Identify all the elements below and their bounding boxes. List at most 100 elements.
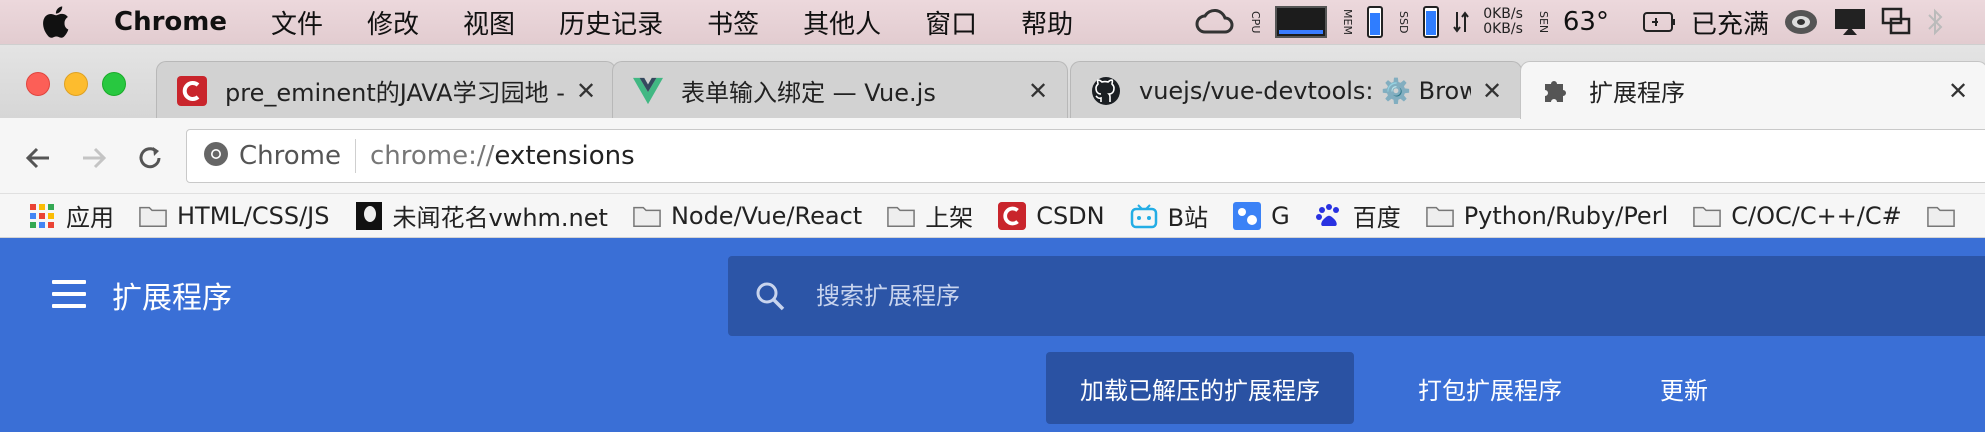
menu-view[interactable]: 视图 [463,4,515,41]
chip-label: Chrome [239,141,341,171]
cpu-meter[interactable] [1275,6,1328,38]
address-bar[interactable]: Chrome chrome://extensions [186,129,1985,183]
reload-button[interactable] [130,138,170,178]
tab-title: 扩展程序 [1589,79,1685,107]
window-controls [26,72,126,96]
bookmark-label: 百度 [1352,204,1401,232]
menu-file[interactable]: 文件 [271,4,323,41]
battery-plug-icon[interactable] [1642,5,1677,39]
bookmark-folder-python-ruby-perl[interactable]: Python/Ruby/Perl [1425,202,1668,230]
bookmark-vwhm[interactable]: 未闻花名vwhm.net [355,198,608,233]
bookmark-g[interactable]: G [1233,201,1290,230]
battery-status[interactable]: 已充满 [1691,4,1769,41]
bookmark-label: 未闻花名vwhm.net [392,204,608,232]
url-text[interactable]: chrome://extensions [370,141,635,171]
bookmark-folder-overflow[interactable] [1926,202,1965,230]
forward-button[interactable] [74,138,114,178]
url-scheme: chrome:// [369,141,495,171]
close-window-button[interactable] [26,72,50,96]
tab-title: vuejs/vue-devtools: ⚙️ Browse [1139,76,1471,105]
screens-icon[interactable] [1881,5,1911,39]
extensions-header: 扩展程序 加载已解压的扩展程序 打包扩展程序 更新 [0,238,1985,432]
folder-icon [1926,202,1955,230]
bluetooth-icon[interactable] [1925,5,1945,39]
menu-window[interactable]: 窗口 [925,4,977,41]
bookmarks-bar: 应用 HTML/CSS/JS 未闻花名vwhm.net Node/Vue/Rea… [0,194,1985,238]
menu-edit[interactable]: 修改 [367,4,419,41]
bilibili-icon [1130,202,1158,230]
url-path: extensions [494,141,635,171]
github-icon [1091,76,1121,106]
search-icon [754,280,786,312]
folder-icon [633,202,661,230]
bookmark-folder-c-oc-cpp-cs[interactable]: C/OC/C++/C# [1693,202,1902,230]
bookmark-folder-shangjia[interactable]: 上架 [887,198,973,233]
network-speed[interactable]: 0KB/s 0KB/s [1483,7,1523,37]
bookmark-folder-node-vue-react[interactable]: Node/Vue/React [633,202,862,230]
tab-strip: pre_eminent的JAVA学习园地 - C ✕ 表单输入绑定 — Vue.… [0,44,1985,119]
bookmark-folder-html-css-js[interactable]: HTML/CSS/JS [139,202,330,230]
tab-close-button[interactable]: ✕ [1947,77,1969,105]
bookmark-label: 上架 [925,204,974,232]
menu-chrome[interactable]: Chrome [114,7,227,37]
page-title: 扩展程序 [112,281,232,316]
apps-grid-icon [28,202,56,230]
chrome-logo-icon [203,141,229,171]
tab-vue-forms[interactable]: 表单输入绑定 — Vue.js ✕ [612,61,1068,119]
tab-close-button[interactable]: ✕ [1481,77,1503,105]
csdn-icon [177,75,207,106]
tab-close-button[interactable]: ✕ [1027,77,1049,105]
bookmark-label: C/OC/C++/C# [1731,201,1902,230]
temperature-value[interactable]: 63° [1563,7,1609,37]
cpu-label: CPU [1249,10,1263,34]
tab-csdn[interactable]: pre_eminent的JAVA学习园地 - C ✕ [156,61,616,119]
site-avatar-icon [355,201,383,230]
bookmark-apps[interactable]: 应用 [28,198,114,233]
menu-bookmarks[interactable]: 书签 [707,4,759,41]
menubar-status-area: CPU MEM SSD 0KB/s 0KB/s SEN 63° 已充满 [1195,0,1985,44]
zoom-window-button[interactable] [102,72,126,96]
back-button[interactable] [18,138,58,178]
apple-icon[interactable] [40,5,74,39]
mem-label: MEM [1341,9,1355,35]
tab-title: pre_eminent的JAVA学习园地 - C [225,79,565,107]
baidu-paw-icon [1315,202,1343,230]
airplay-display-icon[interactable] [1833,5,1867,39]
folder-icon [887,202,916,230]
menu-history[interactable]: 历史记录 [559,4,663,41]
search-input[interactable] [816,282,1716,310]
puzzle-icon [1541,76,1571,106]
extensions-search-bar[interactable] [728,256,1985,336]
csdn-icon [998,201,1027,230]
folder-icon [139,202,167,230]
creative-cloud-icon[interactable] [1195,5,1235,39]
tab-vue-devtools[interactable]: vuejs/vue-devtools: ⚙️ Browse ✕ [1070,61,1522,119]
minimize-window-button[interactable] [64,72,88,96]
sen-label: SEN [1536,10,1550,34]
bookmark-label: Node/Vue/React [670,201,863,230]
mem-meter[interactable] [1367,6,1384,38]
tab-close-button[interactable]: ✕ [575,77,597,105]
menu-help[interactable]: 帮助 [1021,4,1073,41]
vue-icon [633,76,663,106]
folder-icon [1425,202,1454,230]
folder-icon [1693,202,1722,230]
macos-menubar: Chrome 文件 修改 视图 历史记录 书签 其他人 窗口 帮助 CPU ME… [0,0,1985,44]
pack-extension-button[interactable]: 打包扩展程序 [1418,352,1562,424]
hamburger-menu-icon[interactable] [52,280,86,308]
net-up-speed: 0KB/s [1483,6,1523,22]
site-info-chip[interactable]: Chrome [187,139,356,173]
load-unpacked-button[interactable]: 加载已解压的扩展程序 [1046,352,1354,424]
update-button[interactable]: 更新 [1660,352,1708,424]
bookmark-label: G [1271,201,1290,230]
bookmark-baidu[interactable]: 百度 [1315,198,1401,233]
bookmark-bilibili[interactable]: B站 [1130,198,1208,233]
swirl-app-icon[interactable] [1783,5,1819,39]
g-site-icon [1233,201,1262,230]
tab-extensions[interactable]: 扩展程序 ✕ [1520,61,1985,119]
ssd-label: SSD [1397,10,1411,34]
bookmark-csdn[interactable]: CSDN [998,201,1105,230]
menu-people[interactable]: 其他人 [803,4,881,41]
network-arrows-icon [1453,5,1469,39]
ssd-meter[interactable] [1423,6,1440,38]
